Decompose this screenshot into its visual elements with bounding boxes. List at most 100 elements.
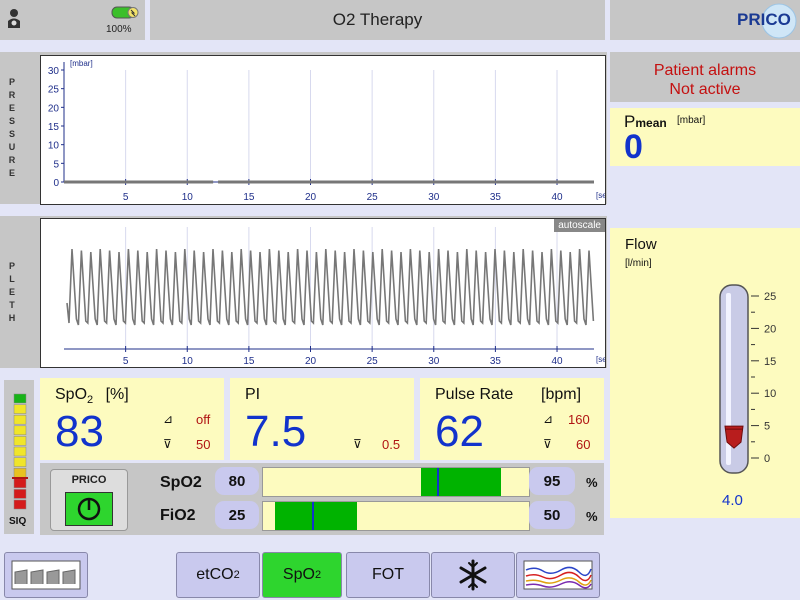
tab-spo2-label: SpO <box>282 566 315 583</box>
x-tick-label: 25 <box>367 192 379 203</box>
spo2-high-target[interactable]: 95 <box>529 467 575 495</box>
spo2-low-alarm: 50 <box>196 437 211 452</box>
flow-unit: [l/min] <box>625 258 652 269</box>
siq-segment <box>13 499 27 510</box>
tab-etco2-sub: 2 <box>233 569 240 581</box>
siq-segment <box>13 414 27 425</box>
tab-spo2[interactable]: SpO 2 <box>262 552 342 598</box>
power-icon <box>77 497 101 521</box>
tab-fot[interactable]: FOT <box>346 552 430 598</box>
low-alarm-icon: ⊽ <box>543 437 552 451</box>
y-tick-label: 10 <box>48 141 60 152</box>
trend-chart-icon <box>523 560 593 590</box>
freeze-button[interactable] <box>431 552 515 598</box>
siq-segment <box>13 478 27 489</box>
fio2-unit-label: % <box>586 509 598 524</box>
pressure-chart: 5 10 15 20 25 30 35 40 30 25 20 15 10 5 0 [mbar] [sec] <box>48 59 613 203</box>
controller-toggle[interactable]: PRICO <box>50 469 128 531</box>
controller-brand: PRICO <box>71 474 107 486</box>
pulse-unit: [bpm] <box>541 386 582 403</box>
pressure-side-letter: R <box>8 90 16 100</box>
pi-card[interactable]: PI 7.5 ⊽ 0.5 <box>230 378 414 460</box>
pi-value: 7.5 <box>245 407 307 456</box>
controller-panel: PRICO SpO2 FiO2 80 25 95 50 % % <box>40 463 604 535</box>
flow-value: 4.0 <box>722 492 743 509</box>
tab-etco2[interactable]: etCO 2 <box>176 552 260 598</box>
tab-fot-label: FOT <box>372 566 404 583</box>
waveform-icon <box>11 560 81 590</box>
siq-bar <box>12 393 28 510</box>
spo2-high-alarm: off <box>196 412 211 427</box>
y-tick-label: 25 <box>48 85 60 96</box>
spo2-title: SpO <box>55 386 88 403</box>
x-tick-label: 30 <box>428 192 440 203</box>
spo2-range-bar <box>262 467 530 497</box>
x-tick-label: 10 <box>182 356 194 367</box>
x-tick-label: 15 <box>243 356 255 367</box>
pleth-side-letter: E <box>8 286 15 297</box>
page-title: O2 Therapy <box>150 0 605 40</box>
trends-button[interactable] <box>516 552 600 598</box>
pleth-graph: 5 10 15 20 25 30 35 40 [sec] autoscale <box>40 218 613 368</box>
siq-label: SIQ <box>9 516 27 527</box>
flow-tube: 25 20 15 10 5 0 <box>719 284 776 474</box>
autoscale-badge[interactable]: autoscale <box>554 219 605 232</box>
pleth-waveform <box>66 248 595 326</box>
status-panel: 100% <box>0 0 145 40</box>
flow-label: Flow <box>625 236 657 253</box>
x-tick-label: 30 <box>428 356 440 367</box>
pressure-side-letter: S <box>8 129 15 139</box>
x-tick-label: 20 <box>305 192 317 203</box>
y-tick-label: 20 <box>48 103 60 114</box>
low-alarm-icon: ⊽ <box>163 437 172 451</box>
alarm-status-line2: Not active <box>669 81 741 98</box>
y-tick-label: 0 <box>53 178 59 189</box>
x-tick-label: 15 <box>243 192 255 203</box>
high-alarm-icon: ⊿ <box>543 412 554 426</box>
pulse-card[interactable]: Pulse Rate [bpm] 62 ⊿ 160 ⊽ 60 <box>420 378 604 460</box>
flow-tick-label: 10 <box>764 388 776 400</box>
pulse-value: 62 <box>435 407 484 456</box>
battery-percent: 100% <box>106 24 132 35</box>
pleth-side-letter: H <box>8 312 16 323</box>
spo2-target-range <box>421 468 501 496</box>
x-tick-label: 35 <box>490 192 502 203</box>
pressure-side-letter: S <box>8 116 15 126</box>
siq-panel: SIQ <box>4 380 34 534</box>
x-tick-label: 5 <box>123 192 129 203</box>
pmean-value: 0 <box>624 128 643 166</box>
fio2-row-label: FiO2 <box>160 507 196 524</box>
flow-panel: Flow [l/min] 25 20 15 10 5 0 4.0 <box>610 228 800 518</box>
pulse-high-alarm: 160 <box>568 412 590 427</box>
x-tick-label: 40 <box>551 356 563 367</box>
fio2-low-target[interactable]: 25 <box>215 501 259 529</box>
pmean-unit: [mbar] <box>677 115 706 126</box>
pressure-side-letter: R <box>8 155 16 165</box>
pleth-side-letter: T <box>9 299 15 310</box>
y-tick-label: 15 <box>48 122 60 133</box>
logo-panel: PRICO <box>610 0 800 40</box>
spo2-value: 83 <box>55 407 104 456</box>
siq-segment <box>13 404 27 414</box>
pi-low-alarm: 0.5 <box>382 437 401 452</box>
spo2-low-target[interactable]: 80 <box>215 467 259 495</box>
x-tick-label: 35 <box>490 356 502 367</box>
waveform-button[interactable] <box>4 552 88 598</box>
pulse-title: Pulse Rate <box>435 386 514 403</box>
fio2-range-bar <box>262 501 530 531</box>
power-button[interactable] <box>65 492 113 526</box>
pressure-side-letter: U <box>8 142 16 152</box>
siq-segment <box>13 446 27 457</box>
logo-text: PRICO <box>737 10 791 29</box>
x-unit-label: [sec] <box>596 355 605 364</box>
spo2-card[interactable]: SpO2 [%] 83 ⊿ off ⊽ 50 <box>40 378 224 460</box>
fio2-high-target[interactable]: 50 <box>529 501 575 529</box>
pi-title: PI <box>245 386 261 403</box>
spo2-unit-label: % <box>586 475 598 490</box>
spo2-row-label: SpO2 <box>160 474 202 491</box>
spo2-marker <box>437 468 439 496</box>
siq-segment <box>13 457 27 467</box>
snowflake-icon <box>459 559 487 591</box>
pressure-side-label: PRESSURE <box>0 52 24 204</box>
siq-segment <box>13 393 27 404</box>
